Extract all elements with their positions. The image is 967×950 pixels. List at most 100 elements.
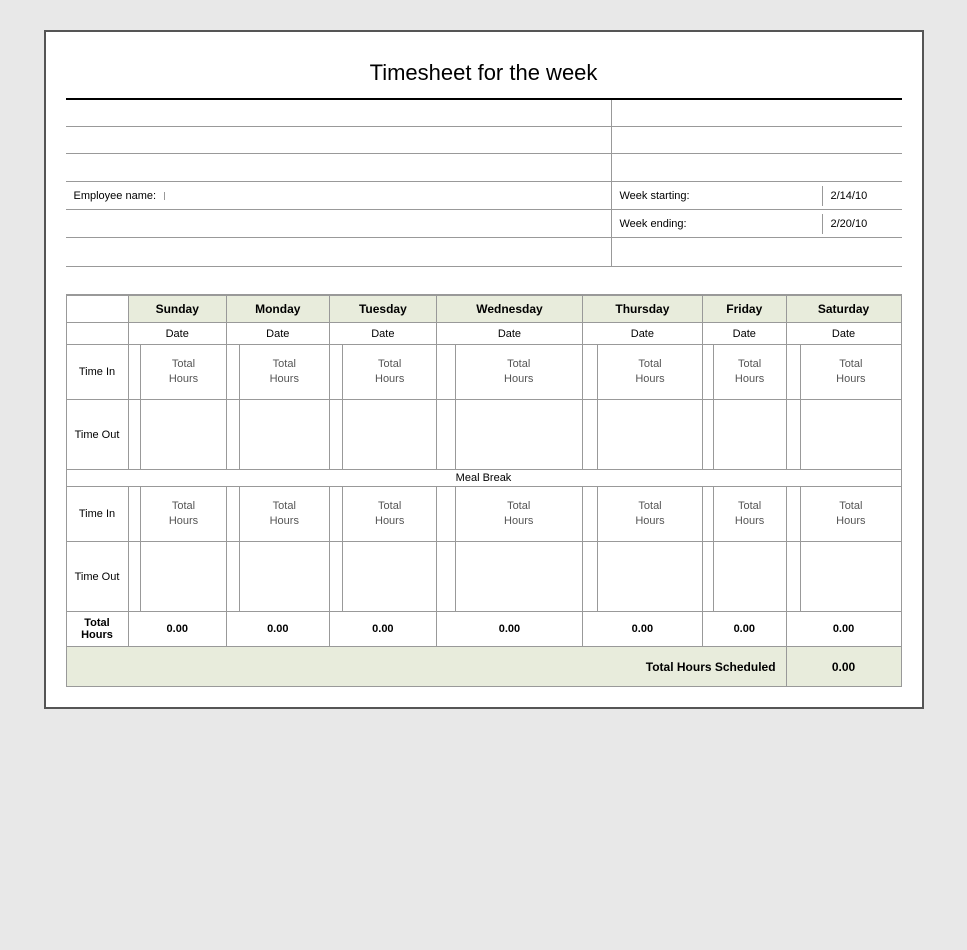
tue-timeout-1[interactable] (329, 400, 343, 470)
saturday-date[interactable]: Date (786, 323, 901, 345)
empty-header (66, 296, 128, 323)
top-blank-section (66, 100, 902, 182)
time-in-row-2: Time In TotalHours TotalHours TotalHours… (66, 487, 901, 542)
blank-row-1 (66, 100, 611, 127)
tue-total-1: TotalHours (343, 345, 437, 400)
week-starting-row: Week starting: 2/14/10 (612, 182, 902, 210)
mon-timeout-2[interactable] (226, 542, 239, 612)
thu-total-1: TotalHours (598, 345, 703, 400)
total-scheduled-row: Total Hours Scheduled 0.00 (66, 647, 901, 687)
sun-timeout-total-1 (141, 400, 227, 470)
thursday-header: Thursday (582, 296, 702, 323)
fri-timeout-2[interactable] (703, 542, 714, 612)
sat-total-hours: 0.00 (786, 612, 901, 647)
sat-timeout-2[interactable] (786, 542, 801, 612)
thu-timein-2[interactable] (582, 487, 597, 542)
right-blank-1 (612, 100, 902, 127)
sun-total-1: TotalHours (141, 345, 227, 400)
tue-timeout-total-2 (343, 542, 437, 612)
fri-timeout-1[interactable] (703, 400, 714, 470)
sat-total-1: TotalHours (801, 345, 901, 400)
sun-timeout-total-2 (141, 542, 227, 612)
tue-total-2: TotalHours (343, 487, 437, 542)
thu-total-2: TotalHours (598, 487, 703, 542)
sat-timeout-total-1 (801, 400, 901, 470)
sat-timeout-total-2 (801, 542, 901, 612)
meal-break-label: Meal Break (66, 470, 901, 487)
sun-timeout-1[interactable] (128, 400, 141, 470)
thu-timeout-total-1 (598, 400, 703, 470)
meal-break-row: Meal Break (66, 470, 901, 487)
wed-total-2: TotalHours (455, 487, 582, 542)
sun-total-hours: 0.00 (128, 612, 226, 647)
fri-total-hours: 0.00 (703, 612, 787, 647)
tue-timein-1[interactable] (329, 345, 343, 400)
wed-timeout-total-2 (455, 542, 582, 612)
time-in-label-1: Time In (66, 345, 128, 400)
spacer-row-1 (66, 267, 902, 295)
total-scheduled-label: Total Hours Scheduled (66, 647, 786, 687)
mon-timeout-total-2 (240, 542, 330, 612)
tue-total-hours: 0.00 (329, 612, 437, 647)
fri-timeout-total-2 (713, 542, 786, 612)
tue-timeout-2[interactable] (329, 542, 343, 612)
tuesday-date[interactable]: Date (329, 323, 437, 345)
wed-timeout-1[interactable] (437, 400, 455, 470)
right-blank-3 (612, 154, 902, 181)
employee-section: Employee name: (66, 182, 612, 266)
wed-timeout-total-1 (455, 400, 582, 470)
sun-timein-2[interactable] (128, 487, 141, 542)
monday-date[interactable]: Date (226, 323, 329, 345)
week-blank (612, 238, 902, 266)
fri-timein-1[interactable] (703, 345, 714, 400)
fri-timein-2[interactable] (703, 487, 714, 542)
time-out-label-1: Time Out (66, 400, 128, 470)
tue-timeout-total-1 (343, 400, 437, 470)
mon-timeout-1[interactable] (226, 400, 239, 470)
sat-timein-2[interactable] (786, 487, 801, 542)
info-section: Employee name: Week starting: 2/14/10 We… (66, 182, 902, 267)
fri-total-2: TotalHours (713, 487, 786, 542)
page-title: Timesheet for the week (370, 60, 598, 85)
tuesday-header: Tuesday (329, 296, 437, 323)
timesheet-page: Timesheet for the week Employee name: (44, 30, 924, 709)
sat-timeout-1[interactable] (786, 400, 801, 470)
saturday-header: Saturday (786, 296, 901, 323)
sunday-date[interactable]: Date (128, 323, 226, 345)
wed-total-1: TotalHours (455, 345, 582, 400)
timesheet-table: Sunday Monday Tuesday Wednesday Thursday… (66, 295, 902, 687)
wed-timeout-2[interactable] (437, 542, 455, 612)
mon-timein-1[interactable] (226, 345, 239, 400)
employee-label: Employee name: (66, 186, 165, 206)
top-left-blank (66, 100, 612, 181)
mon-total-hours: 0.00 (226, 612, 329, 647)
total-scheduled-value: 0.00 (786, 647, 901, 687)
sun-total-2: TotalHours (141, 487, 227, 542)
thu-timein-1[interactable] (582, 345, 597, 400)
employee-value[interactable] (164, 192, 610, 200)
wed-timein-1[interactable] (437, 345, 455, 400)
wed-timein-2[interactable] (437, 487, 455, 542)
friday-date[interactable]: Date (703, 323, 787, 345)
sunday-header: Sunday (128, 296, 226, 323)
tue-timein-2[interactable] (329, 487, 343, 542)
wed-total-hours: 0.00 (437, 612, 583, 647)
week-ending-value: 2/20/10 (822, 214, 902, 234)
sat-timein-1[interactable] (786, 345, 801, 400)
time-out-label-2: Time Out (66, 542, 128, 612)
monday-header: Monday (226, 296, 329, 323)
mon-timein-2[interactable] (226, 487, 239, 542)
friday-header: Friday (703, 296, 787, 323)
top-right-blank (612, 100, 902, 181)
fri-total-1: TotalHours (713, 345, 786, 400)
emp-blank-2 (66, 238, 611, 266)
sun-timeout-2[interactable] (128, 542, 141, 612)
thursday-date[interactable]: Date (582, 323, 702, 345)
mon-total-2: TotalHours (240, 487, 330, 542)
sun-timein-1[interactable] (128, 345, 141, 400)
week-starting-value: 2/14/10 (822, 186, 902, 206)
thu-timeout-1[interactable] (582, 400, 597, 470)
thu-timeout-2[interactable] (582, 542, 597, 612)
wednesday-date[interactable]: Date (437, 323, 583, 345)
wednesday-header: Wednesday (437, 296, 583, 323)
